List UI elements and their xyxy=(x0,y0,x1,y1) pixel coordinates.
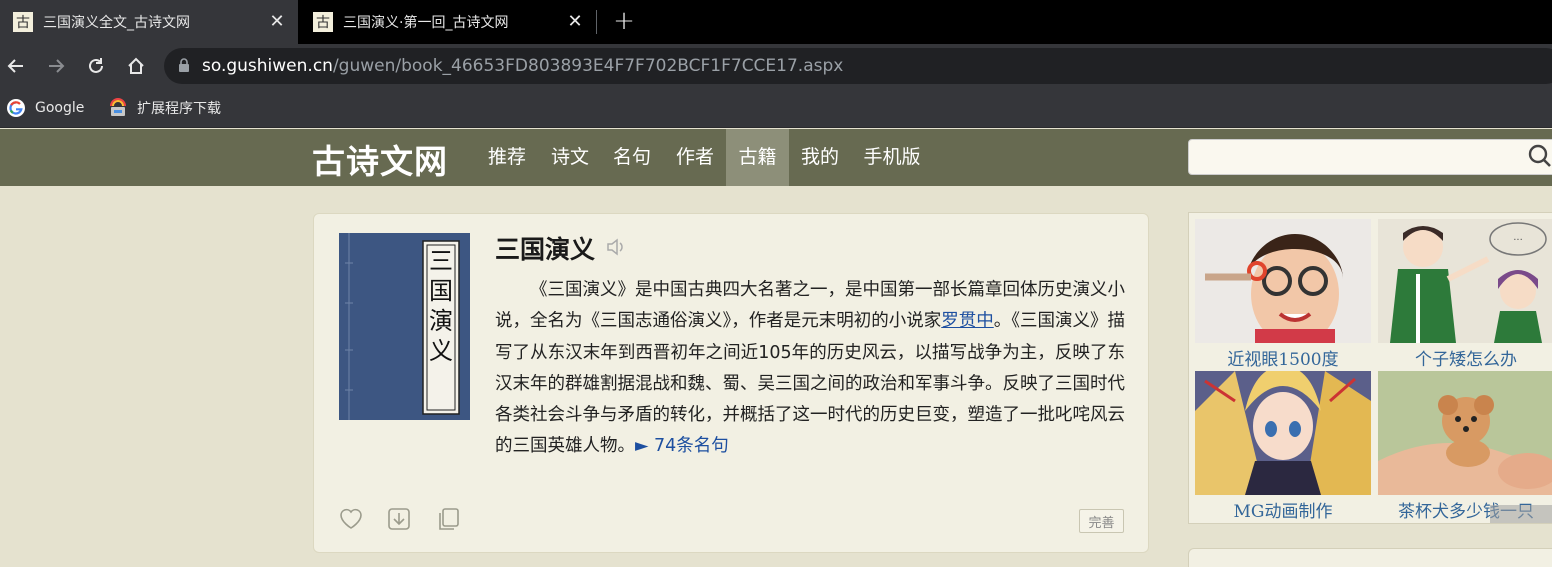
copy-icon[interactable] xyxy=(436,507,460,533)
back-arrow-icon[interactable] xyxy=(4,54,28,78)
book-title: 三国演义 xyxy=(495,235,596,264)
search-input[interactable] xyxy=(1188,139,1552,175)
tab-divider xyxy=(596,10,597,34)
description-text: 。《三国演义》描写了从东汉末年到西晋初年之间近105年的历史风云，以描写战争为主… xyxy=(495,311,1125,457)
ad-item[interactable]: 茶杯犬多少钱一只 xyxy=(1378,371,1552,522)
google-icon xyxy=(6,98,26,118)
book-description: 《三国演义》是中国古典四大名著之一，是中国第一部长篇章回体历史演义小说，全名为《… xyxy=(339,275,1125,463)
bookmark-label: Google xyxy=(35,100,85,116)
site-favicon: 古 xyxy=(13,12,33,32)
favorite-heart-icon[interactable] xyxy=(338,507,364,533)
ad-item[interactable]: 近视眼1500度 xyxy=(1195,219,1371,370)
ad-image: ··· xyxy=(1378,219,1552,343)
sidebar-panel xyxy=(1188,548,1552,567)
nav-item-classics[interactable]: 古籍 xyxy=(726,129,789,186)
ad-image xyxy=(1195,371,1371,495)
browser-tab-strip: 古 三国演义全文_古诗文网 ✕ 古 三国演义·第一回_古诗文网 ✕ + xyxy=(0,0,1552,44)
url-host: so.gushiwen.cn xyxy=(202,56,333,76)
site-nav-bar: 古诗文网 推荐 诗文 名句 作者 古籍 我的 手机版 xyxy=(0,129,1552,186)
speaker-icon[interactable] xyxy=(605,236,627,262)
ad-image xyxy=(1195,219,1371,343)
ad-image xyxy=(1378,371,1552,495)
tab-close-icon[interactable]: ✕ xyxy=(566,13,584,31)
nav-item-poems[interactable]: 诗文 xyxy=(540,129,600,186)
bookmark-extensions[interactable]: 扩展程序下载 xyxy=(108,96,221,120)
browser-tab[interactable]: 古 三国演义·第一回_古诗文网 ✕ xyxy=(300,0,596,44)
nav-item-recommend[interactable]: 推荐 xyxy=(478,129,536,186)
bookmarks-bar: Google 扩展程序下载 xyxy=(0,88,1552,128)
famous-quotes-link[interactable]: ► 74条名句 xyxy=(635,436,729,456)
address-bar[interactable]: so.gushiwen.cn/guwen/book_46653FD803893E… xyxy=(164,48,1552,84)
reload-icon[interactable] xyxy=(84,54,108,78)
home-icon[interactable] xyxy=(124,54,148,78)
tab-close-icon[interactable]: ✕ xyxy=(268,13,286,31)
cover-char: 三 xyxy=(429,247,453,275)
site-favicon: 古 xyxy=(313,12,333,32)
cover-spacer xyxy=(339,275,495,445)
bookmark-label: 扩展程序下载 xyxy=(137,101,221,117)
site-logo[interactable]: 古诗文网 xyxy=(312,135,448,183)
nav-item-mine[interactable]: 我的 xyxy=(790,129,850,186)
ad-caption: 个子矮怎么办 xyxy=(1415,350,1517,370)
ad-caption: 近视眼1500度 xyxy=(1227,350,1339,370)
author-link[interactable]: 罗贯中 xyxy=(941,311,994,331)
browser-toolbar: so.gushiwen.cn/guwen/book_46653FD803893E… xyxy=(0,44,1552,88)
bookmark-google[interactable]: Google xyxy=(6,96,84,120)
ad-caption: MG动画制作 xyxy=(1233,502,1333,522)
lock-icon xyxy=(178,57,190,76)
download-icon[interactable] xyxy=(387,507,411,533)
extension-folder-icon xyxy=(108,98,128,118)
browser-tab-active[interactable]: 古 三国演义全文_古诗文网 ✕ xyxy=(0,0,298,44)
ad-item[interactable]: MG动画制作 xyxy=(1195,371,1371,522)
ad-badge[interactable] xyxy=(1490,505,1552,523)
url-path: /guwen/book_46653FD803893E4F7F702BCF1F7C… xyxy=(332,56,844,76)
svg-text:···: ··· xyxy=(1513,235,1523,246)
ad-item[interactable]: ··· 个子矮怎么办 xyxy=(1378,219,1552,370)
search-icon[interactable] xyxy=(1527,143,1551,173)
nav-item-quotes[interactable]: 名句 xyxy=(602,129,662,186)
forward-arrow-icon[interactable] xyxy=(44,54,68,78)
nav-item-mobile[interactable]: 手机版 xyxy=(853,129,931,186)
tab-title: 三国演义全文_古诗文网 xyxy=(43,15,190,31)
improve-button[interactable]: 完善 xyxy=(1079,509,1124,533)
new-tab-button[interactable]: + xyxy=(611,8,637,34)
nav-item-authors[interactable]: 作者 xyxy=(665,129,725,186)
tab-title: 三国演义·第一回_古诗文网 xyxy=(343,15,509,31)
